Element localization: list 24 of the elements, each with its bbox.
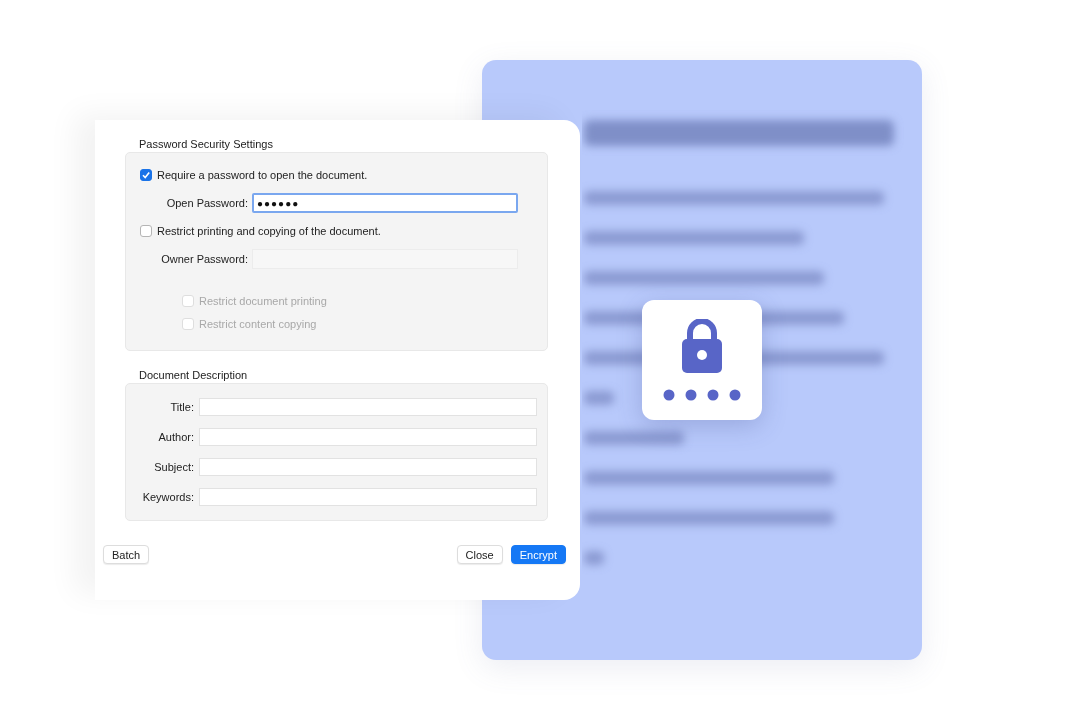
dialog-button[interactable]: Encrypt xyxy=(510,545,566,564)
checkbox-label: Require a password to open the document. xyxy=(157,169,368,181)
dialog-button[interactable]: Batch xyxy=(103,545,150,564)
input-field[interactable] xyxy=(199,488,537,506)
dialog-button[interactable]: Close xyxy=(456,545,503,564)
input-field[interactable] xyxy=(199,428,537,446)
input-field[interactable] xyxy=(199,458,537,476)
section-heading: Password Security Settings xyxy=(139,138,274,150)
password-field[interactable]: ●●●●●● xyxy=(252,193,518,213)
password-dots-icon xyxy=(663,389,741,401)
field-label: Owner Password: xyxy=(160,253,248,265)
lock-icon xyxy=(680,319,724,375)
field-label: Title: xyxy=(169,401,194,413)
field-label: Author: xyxy=(157,431,194,443)
checkbox-label: Restrict document printing xyxy=(199,295,327,307)
section-heading: Document Description xyxy=(139,369,249,381)
checkbox[interactable] xyxy=(140,225,152,237)
field-label: Keywords: xyxy=(141,491,194,503)
field-label: Subject: xyxy=(153,461,194,473)
checkbox-label: Restrict printing and copying of the document. xyxy=(157,225,381,237)
input-field[interactable] xyxy=(199,398,537,416)
field-label: Open Password: xyxy=(165,197,248,209)
checkbox[interactable] xyxy=(140,169,152,181)
checkbox-label: Restrict content copying xyxy=(199,318,317,330)
